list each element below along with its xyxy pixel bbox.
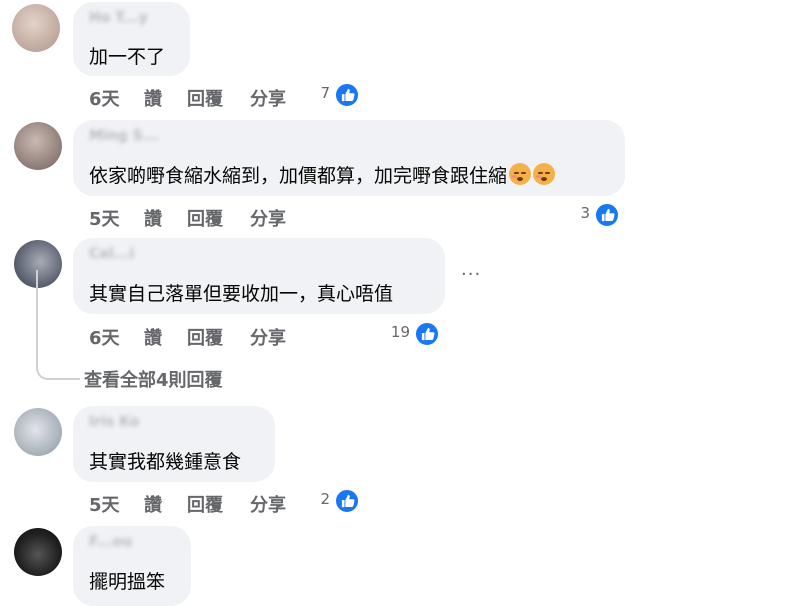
comment-author[interactable]: Cal...i [89,246,134,262]
weary-face-emoji [533,163,556,185]
like-icon [334,82,360,108]
like-button[interactable]: 讚 [144,85,162,111]
comment-author[interactable]: F...ou [89,534,132,550]
weary-face-emoji [509,163,532,185]
comment-author[interactable]: Iris Ko [89,414,139,430]
comment-text: 加一不了 [89,46,166,68]
comment-text: 依家啲嘢食縮水縮到，加價都算，加完嘢食跟住縮 [89,161,556,188]
share-button[interactable]: 分享 [250,324,286,350]
like-count: 19 [390,323,410,341]
reaction-count[interactable]: 19 [380,321,440,349]
more-options-icon[interactable]: ··· [461,264,481,285]
avatar[interactable] [14,408,62,456]
like-count: 2 [320,490,330,508]
like-icon [334,488,360,514]
reaction-count[interactable]: 7 [300,82,360,110]
share-button[interactable]: 分享 [250,85,286,111]
reply-button[interactable]: 回覆 [187,491,223,517]
share-button[interactable]: 分享 [250,491,286,517]
comment-author[interactable]: Ho T...y [89,10,148,26]
comment-bubble: Ming S... 依家啲嘢食縮水縮到，加價都算，加完嘢食跟住縮 [73,120,625,196]
reaction-count[interactable]: 2 [300,488,360,516]
avatar[interactable] [14,528,62,576]
comment-time[interactable]: 6天 [89,85,120,111]
like-button[interactable]: 讚 [144,205,162,231]
share-button[interactable]: 分享 [250,205,286,231]
avatar[interactable] [14,122,62,170]
comment-bubble: Cal...i 其實自己落單但要收加一，真心唔值 [73,238,445,314]
avatar[interactable] [12,4,60,52]
like-button[interactable]: 讚 [144,324,162,350]
like-icon [414,321,440,347]
comment-text: 其實我都幾鍾意食 [89,451,242,473]
comment-time[interactable]: 6天 [89,324,120,350]
comment-bubble: Iris Ko 其實我都幾鍾意食 [73,406,275,482]
reply-button[interactable]: 回覆 [187,205,223,231]
like-icon [594,202,620,228]
comment-author[interactable]: Ming S... [89,128,159,144]
reply-button[interactable]: 回覆 [187,324,223,350]
comment-time[interactable]: 5天 [89,491,120,517]
reply-button[interactable]: 回覆 [187,85,223,111]
comment-bubble: Ho T...y 加一不了 [73,2,190,76]
comment-time[interactable]: 5天 [89,205,120,231]
comment-bubble: F...ou 擺明搵笨 [73,526,191,606]
like-count: 7 [320,84,330,102]
comment-text: 其實自己落單但要收加一，真心唔值 [89,283,394,305]
like-button[interactable]: 讚 [144,491,162,517]
like-count: 3 [580,204,590,222]
reaction-count[interactable]: 3 [560,202,620,230]
view-all-replies-link[interactable]: 查看全部4則回覆 [84,366,223,392]
comment-text-content: 依家啲嘢食縮水縮到，加價都算，加完嘢食跟住縮 [89,165,508,187]
comment-text: 擺明搵笨 [89,571,166,593]
